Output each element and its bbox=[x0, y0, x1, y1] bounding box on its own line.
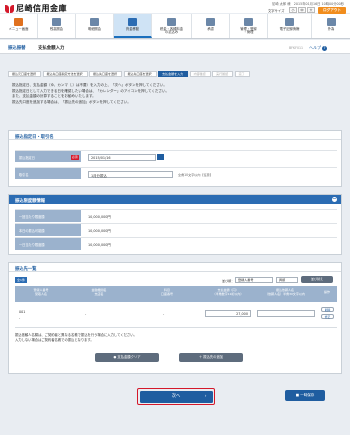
date-row: 振込指定日 必須 2015/01/16 bbox=[15, 150, 337, 162]
screen-code: BFKF011 bbox=[289, 46, 304, 50]
transfer-icon bbox=[128, 18, 137, 26]
date-input[interactable]: 2015/01/16 bbox=[88, 153, 156, 161]
sort-button[interactable]: 並び替え bbox=[301, 276, 333, 283]
step-5-current: 支払金額を入力 bbox=[158, 71, 189, 77]
required-badge: 必須 bbox=[71, 154, 79, 160]
text-size-medium-button[interactable]: 中 bbox=[298, 7, 306, 13]
page-title: 支払金額入力 bbox=[38, 46, 65, 51]
balance-icon bbox=[52, 18, 61, 26]
next-button[interactable]: 次へ › bbox=[137, 388, 215, 405]
header: 尼崎信用金庫 尼崎 太郎 様 2015年01月16日 10時00分00秒 文字サ… bbox=[0, 0, 350, 14]
approval-icon bbox=[206, 18, 215, 26]
delete-button[interactable]: 削除 bbox=[321, 307, 334, 312]
text-size-label: 文字サイズ bbox=[268, 9, 285, 13]
nav-item-statement[interactable]: 明細照会 bbox=[76, 14, 114, 38]
name-label: 取引名 bbox=[15, 168, 81, 179]
count-badge: 全1件 bbox=[15, 277, 27, 283]
transfer-limit-section: 振込限度額情報 − 一回当たり限度額 10,000,000円 本日の振込可能額 … bbox=[8, 194, 342, 255]
admin-icon bbox=[244, 18, 253, 26]
instructions: 振込指定日、支払金額（ゆ、カンマ（,）は不要）を入力の上、「次へ」ボタンを押して… bbox=[12, 83, 169, 104]
payee-note: 振込依頼人名欄は、ご契約者と異なる名義で振込を行う場合に入力してください。 入力… bbox=[15, 333, 137, 342]
table-row: 001 - - - 27,000 削除 修正 bbox=[15, 302, 337, 328]
section-title: 振込先一覧 bbox=[9, 263, 341, 272]
bank-logo: 尼崎信用金庫 bbox=[5, 3, 67, 14]
statement-icon bbox=[90, 18, 99, 26]
external-icon bbox=[326, 18, 336, 26]
home-icon bbox=[14, 18, 23, 26]
limit-row: 本日の振込可能額 10,000,000円 bbox=[15, 223, 337, 236]
tax-icon bbox=[167, 18, 176, 26]
nav-item-external[interactable]: 外為 bbox=[312, 14, 350, 38]
limit-row: 一回当たり限度額 10,000,000円 bbox=[15, 209, 337, 222]
transaction-name-input[interactable]: 1月分振込 bbox=[88, 170, 173, 178]
step-1: 振込元口座を選択 bbox=[8, 71, 42, 77]
chevron-right-icon: › bbox=[204, 393, 207, 399]
text-size-large-button[interactable]: 大 bbox=[307, 7, 315, 13]
date-label: 振込指定日 必須 bbox=[15, 151, 81, 162]
ecrecord-icon bbox=[285, 18, 294, 26]
amount-input[interactable]: 27,000 bbox=[205, 310, 251, 317]
text-size-small-button[interactable]: 小 bbox=[289, 7, 297, 13]
nav-item-approval[interactable]: 承認 bbox=[192, 14, 230, 38]
payee-list-section: 振込先一覧 全1件 並び順： 登録人番号 昇順 並び替え 登録人番号 受取人名 … bbox=[8, 262, 342, 374]
requester-name-input[interactable] bbox=[257, 310, 315, 317]
bank-name-cell: - bbox=[85, 312, 87, 316]
limit-row: 一日当たり限度額 10,000,000円 bbox=[15, 237, 337, 250]
user-info: 尼崎 太郎 様 2015年01月16日 10時00分00秒 bbox=[271, 2, 344, 6]
nav-item-menu[interactable]: メニュー画面 bbox=[0, 14, 38, 38]
step-3: 振込先口座を選択 bbox=[89, 71, 123, 77]
table-header: 登録人番号 受取人名 金融機関名 支店名 科目 口座番号 支払金額（円） （半角… bbox=[15, 286, 337, 302]
page-header: 振込振替 支払金額入力 BFKF011 ヘルプ? bbox=[0, 40, 350, 54]
nav-item-tax[interactable]: 税金・各種料金 の払込み bbox=[152, 14, 192, 38]
add-payee-button[interactable]: ＋ 振込先の追加 bbox=[179, 353, 243, 362]
transfer-date-section: 振込指定日・取引名 振込指定日 必須 2015/01/16 取引名 1月分振込 全… bbox=[8, 130, 342, 187]
step-indicator: 振込元口座を選択 振込先口座指定方法を選択 振込先口座を選択 振込先口座を選択 … bbox=[8, 71, 251, 77]
section-title: 振込指定日・取引名 bbox=[9, 131, 341, 140]
temp-save-button[interactable]: ■ 一時保存 bbox=[285, 390, 325, 401]
step-7: 実行確認 bbox=[212, 71, 234, 77]
nav-item-admin[interactable]: 管理・登録 ・管理 bbox=[230, 14, 268, 38]
logout-button[interactable]: ログアウト bbox=[318, 7, 346, 14]
account-cell: - bbox=[163, 312, 165, 316]
name-note: 全角10文字以内【任意】 bbox=[178, 173, 213, 177]
sort-select[interactable]: 登録人番号 bbox=[235, 277, 273, 283]
collapse-icon[interactable]: − bbox=[332, 197, 337, 202]
nav-item-balance[interactable]: 残高照会 bbox=[38, 14, 76, 38]
help-link[interactable]: ヘルプ? bbox=[309, 45, 327, 51]
clear-amount-button[interactable]: ● 支払金額クリア bbox=[95, 353, 159, 362]
calendar-icon[interactable] bbox=[157, 154, 164, 160]
name-row: 取引名 1月分振込 全角10文字以内【任意】 bbox=[15, 167, 337, 179]
nav-item-transfer[interactable]: 資金移動 bbox=[114, 14, 152, 38]
step-8: 完了 bbox=[234, 71, 250, 77]
bank-name: 尼崎信用金庫 bbox=[16, 3, 67, 13]
step-6: 内容確認 bbox=[189, 71, 211, 77]
step-4: 振込先口座を選択 bbox=[123, 71, 157, 77]
sort-label: 並び順： bbox=[222, 279, 235, 283]
step-2: 振込先口座指定方法を選択 bbox=[42, 71, 88, 77]
payee-name: - bbox=[19, 316, 21, 320]
payee-no: 001 bbox=[19, 310, 26, 314]
section-title: 振込限度額情報 bbox=[9, 195, 341, 204]
breadcrumb-main: 振込振替 bbox=[8, 46, 26, 51]
order-select[interactable]: 昇順 bbox=[276, 277, 298, 283]
global-nav: メニュー画面 残高照会 明細照会 資金移動 税金・各種料金 の払込み 承認 管理… bbox=[0, 14, 350, 39]
nav-item-ecrecord[interactable]: 電子記録債権 bbox=[268, 14, 312, 38]
logo-mark-icon bbox=[5, 4, 14, 13]
question-icon: ? bbox=[322, 46, 327, 51]
edit-button[interactable]: 修正 bbox=[321, 314, 334, 319]
